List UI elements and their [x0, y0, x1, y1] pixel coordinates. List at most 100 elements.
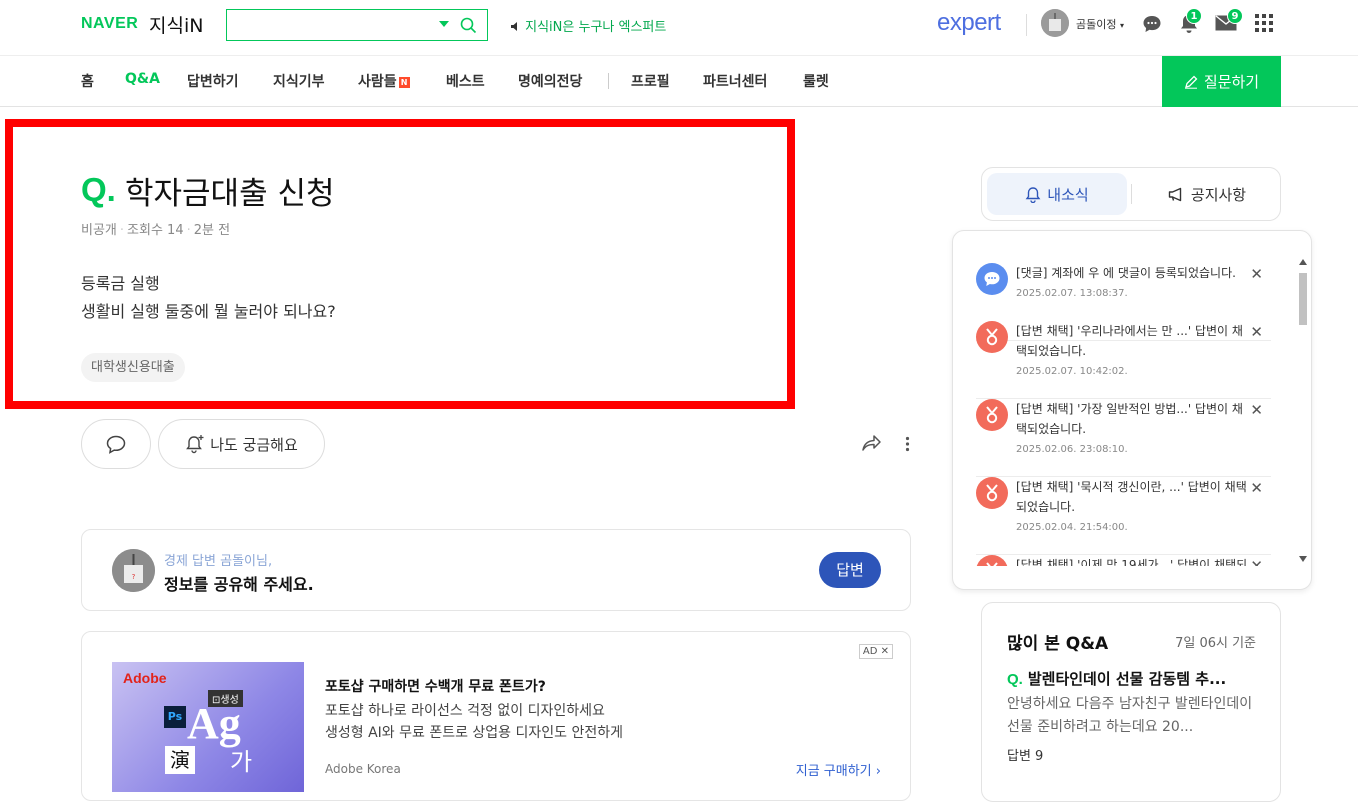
tab-divider — [1131, 184, 1132, 204]
nav-best[interactable]: 베스트 — [446, 71, 485, 91]
jisikin-logo[interactable]: 지식iN — [149, 11, 203, 38]
popular-q-mark: Q. — [1007, 671, 1023, 688]
search-dropdown-icon[interactable] — [439, 21, 449, 27]
comment-notification-icon — [976, 263, 1008, 295]
ad-image-char-2: 가 — [230, 748, 253, 776]
nav-answer[interactable]: 답변하기 — [187, 71, 239, 91]
header: NAVER 지식iN 지식iN은 누구나 엑스퍼트 expert 곰돌이정 ▾ … — [0, 0, 1358, 56]
popular-question-body[interactable]: 안녕하세요 다음주 남자친구 발렌타인데이 선물 준비하려고 하는데요 20..… — [1007, 693, 1257, 739]
notification-message: [답변 채택] '이제 막 19세가...' 답변이 채택되었습니다. — [1016, 558, 1248, 566]
chat-icon[interactable] — [1142, 14, 1162, 34]
speaker-icon — [511, 22, 517, 31]
ad-cta-label: 지금 구매하기 — [795, 764, 872, 779]
notification-text: [답변 채택] '묵시적 갱신이란, ...' 답변이 채택되었습니다. 2025… — [1016, 477, 1248, 538]
tab-notice-label: 공지사항 — [1190, 185, 1247, 204]
share-icon[interactable] — [861, 434, 882, 453]
question-views: 조회수 14 — [127, 223, 184, 238]
mail-badge: 9 — [1227, 8, 1243, 24]
answer-button[interactable]: 답변 — [819, 552, 881, 588]
nav-people-label: 사람들 — [358, 74, 397, 90]
meta-separator: · — [186, 223, 191, 238]
medal-icon — [986, 406, 998, 424]
nav-partner-center[interactable]: 파트너센터 — [703, 71, 767, 91]
ad-label[interactable]: AD ✕ — [858, 644, 893, 659]
close-icon[interactable]: ✕ — [1250, 265, 1263, 283]
nav-roulette[interactable]: 룰렛 — [803, 71, 829, 91]
close-icon[interactable]: ✕ — [881, 646, 889, 657]
close-icon[interactable]: ✕ — [1250, 479, 1263, 497]
question-title: 학자금대출 신청 — [125, 176, 335, 212]
curious-button[interactable]: 나도 궁금해요 — [158, 419, 325, 469]
bell-plus-icon — [186, 435, 204, 454]
ad-title[interactable]: 포토샵 구매하면 수백개 무료 폰트가? — [325, 676, 546, 696]
ask-question-label: 질문하기 — [1203, 73, 1260, 91]
nav-people[interactable]: 사람들 N — [358, 71, 410, 91]
selected-notification-icon — [976, 477, 1008, 509]
notification-item[interactable]: [답변 채택] '묵시적 갱신이란, ...' 답변이 채택되었습니다. 2025… — [976, 477, 1271, 555]
notification-badge: 1 — [1186, 8, 1202, 24]
ad-cta-link[interactable]: 지금 구매하기 › — [796, 760, 881, 779]
ad-advertiser: Adobe Korea — [325, 762, 401, 776]
notification-scrollbar[interactable] — [1296, 256, 1310, 566]
ad-card[interactable]: Adobe ⊡생성 Ag Ps 演 가 AD ✕ 포토샵 구매하면 수백개 무료… — [81, 631, 911, 801]
chevron-right-icon: › — [875, 764, 881, 779]
question-meta: 비공개 · 조회수 14 · 2분 전 — [81, 219, 230, 238]
notification-message: [답변 채택] '가장 일반적인 방법...' 답변이 채택되었습니다. — [1016, 402, 1243, 436]
nav-hall-of-fame[interactable]: 명예의전당 — [518, 71, 582, 91]
close-icon[interactable]: ✕ — [1250, 557, 1263, 566]
tab-notice[interactable]: 공지사항 — [1137, 173, 1277, 215]
adobe-logo: Adobe — [123, 670, 167, 686]
expert-promo-link[interactable]: 지식iN은 누구나 엑스퍼트 — [510, 16, 666, 35]
nav-qna[interactable]: Q&A — [125, 71, 160, 87]
notification-text: [답변 채택] '가장 일반적인 방법...' 답변이 채택되었습니다. 2025… — [1016, 399, 1248, 460]
close-icon[interactable]: ✕ — [1250, 401, 1263, 419]
answer-prompt-main: 정보를 공유해 주세요. — [164, 575, 314, 594]
comment-button[interactable] — [81, 419, 151, 469]
nav-donate[interactable]: 지식기부 — [273, 71, 325, 91]
curious-label: 나도 궁금해요 — [210, 435, 298, 454]
close-icon[interactable]: ✕ — [1250, 323, 1263, 341]
question-body-line: 생활비 실행 둘중에 뭘 눌러야 되나요? — [81, 302, 336, 321]
robot-avatar-icon: ? — [112, 549, 155, 592]
notification-item[interactable]: [답변 채택] '우리나라에서는 만 ...' 답변이 채택되었습니다. 2025… — [976, 321, 1271, 399]
apps-grid-icon[interactable] — [1255, 14, 1273, 32]
expert-logo[interactable]: expert — [937, 9, 1001, 37]
scroll-thumb[interactable] — [1299, 273, 1307, 325]
notification-time: 2025.02.07. 13:08:37. — [1016, 288, 1128, 299]
popular-answer-count: 답변 9 — [1007, 749, 1044, 764]
ad-image-char-1: 演 — [165, 746, 195, 774]
header-divider — [1026, 14, 1027, 36]
search-input[interactable] — [235, 10, 435, 40]
scroll-up-icon[interactable] — [1299, 259, 1307, 265]
ad-label-text: AD — [862, 646, 878, 657]
pencil-icon — [1184, 75, 1198, 89]
svg-text:?: ? — [132, 573, 136, 581]
ad-text-line: 포토샵 하나로 라이선스 걱정 없이 디자인하세요 — [325, 703, 605, 719]
notification-message: [답변 채택] '우리나라에서는 만 ...' 답변이 채택되었습니다. — [1016, 324, 1243, 358]
user-menu[interactable]: 곰돌이정 ▾ — [1076, 16, 1124, 32]
tab-my-news-label: 내소식 — [1047, 185, 1089, 204]
naver-logo[interactable]: NAVER — [81, 15, 138, 33]
search-icon[interactable] — [460, 17, 477, 34]
question-time: 2분 전 — [193, 223, 231, 238]
new-badge: N — [398, 77, 410, 88]
notification-item[interactable]: [답변 채택] '이제 막 19세가...' 답변이 채택되었습니다. ✕ — [976, 555, 1271, 566]
megaphone-icon — [1168, 187, 1182, 201]
scroll-down-icon[interactable] — [1299, 556, 1307, 562]
notification-message: [답변 채택] '묵시적 갱신이란, ...' 답변이 채택되었습니다. — [1016, 480, 1247, 514]
tab-my-news[interactable]: 내소식 — [987, 173, 1127, 215]
user-name: 곰돌이정 — [1076, 18, 1117, 31]
bell-icon — [1025, 186, 1041, 203]
ad-image[interactable]: Adobe ⊡생성 Ag Ps 演 가 — [112, 662, 304, 792]
nav-home[interactable]: 홈 — [81, 71, 94, 91]
sidebar-tabs: 내소식 공지사항 — [981, 167, 1281, 221]
popular-question-link[interactable]: Q. 발렌타인데이 선물 감동템 추... — [1007, 668, 1257, 689]
notification-item[interactable]: [답변 채택] '가장 일반적인 방법...' 답변이 채택되었습니다. 2025… — [976, 399, 1271, 477]
user-avatar[interactable] — [1041, 9, 1069, 37]
question-tag[interactable]: 대학생신용대출 — [81, 353, 185, 382]
ask-question-button[interactable]: 질문하기 — [1162, 56, 1281, 107]
more-options-icon[interactable] — [905, 436, 910, 452]
ad-text: 포토샵 하나로 라이선스 걱정 없이 디자인하세요 생성형 AI와 무료 폰트로… — [325, 700, 623, 744]
nav-profile[interactable]: 프로필 — [631, 71, 670, 91]
medal-icon — [986, 562, 998, 566]
